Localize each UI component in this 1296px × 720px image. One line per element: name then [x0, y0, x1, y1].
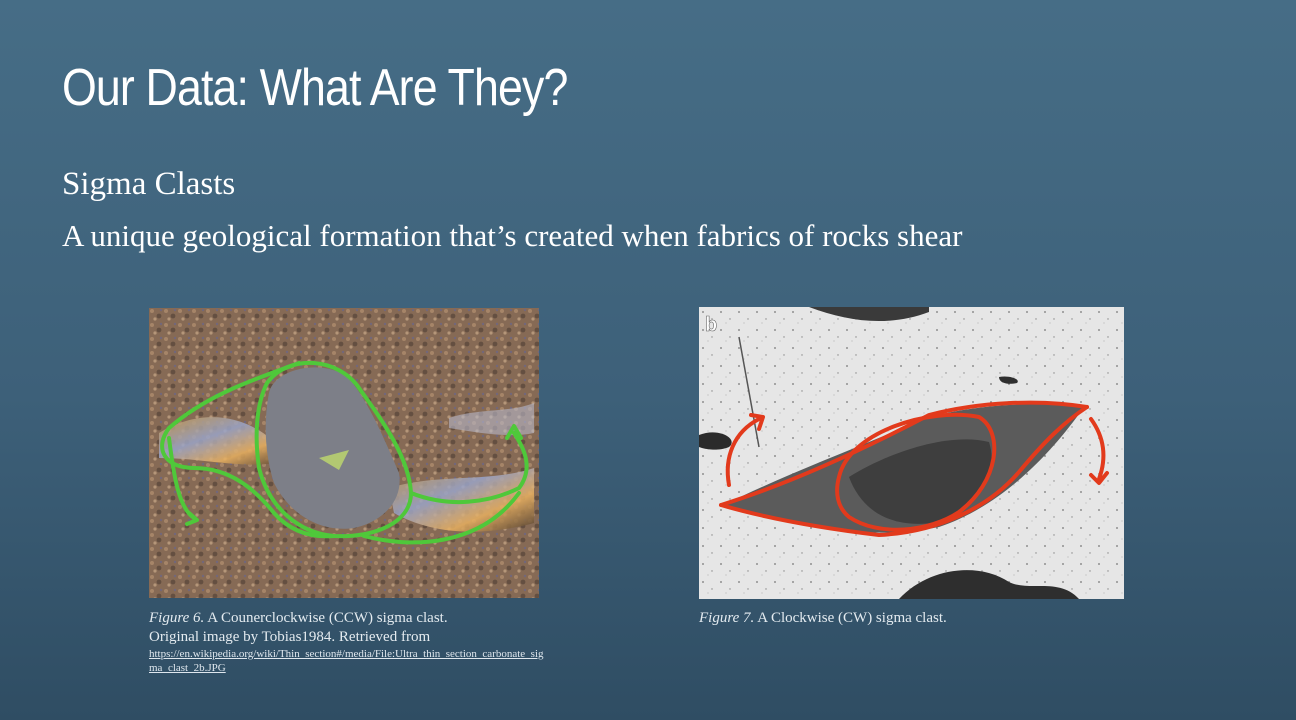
slide-title: Our Data: What Are They? — [62, 59, 568, 117]
figure-7-caption-text: A Clockwise (CW) sigma clast. — [754, 610, 947, 626]
slide-description: A unique geological formation that’s cre… — [62, 218, 963, 253]
figure-6-label: Figure 6. — [149, 610, 205, 626]
figure-6-caption-prefix: Original image by — [149, 629, 262, 645]
panel-letter: b — [705, 314, 717, 336]
figure-6-caption-suffix: . Retrieved from — [331, 629, 431, 645]
figure-6-author: Tobias1984 — [261, 629, 332, 645]
figure-6-image — [149, 308, 539, 598]
figure-7-label: Figure 7. — [699, 610, 755, 626]
figure-6-caption: Figure 6. A Counerclockwise (CCW) sigma … — [149, 609, 549, 675]
figure-6-caption-line1: A Counerclockwise (CCW) sigma clast. — [204, 610, 448, 626]
figure-7-caption: Figure 7. A Clockwise (CW) sigma clast. — [699, 609, 1119, 628]
slide-subtitle: Sigma Clasts — [62, 166, 236, 202]
figure-7-image: b — [699, 307, 1124, 599]
figure-6-source-link[interactable]: https://en.wikipedia.org/wiki/Thin_secti… — [149, 647, 545, 675]
